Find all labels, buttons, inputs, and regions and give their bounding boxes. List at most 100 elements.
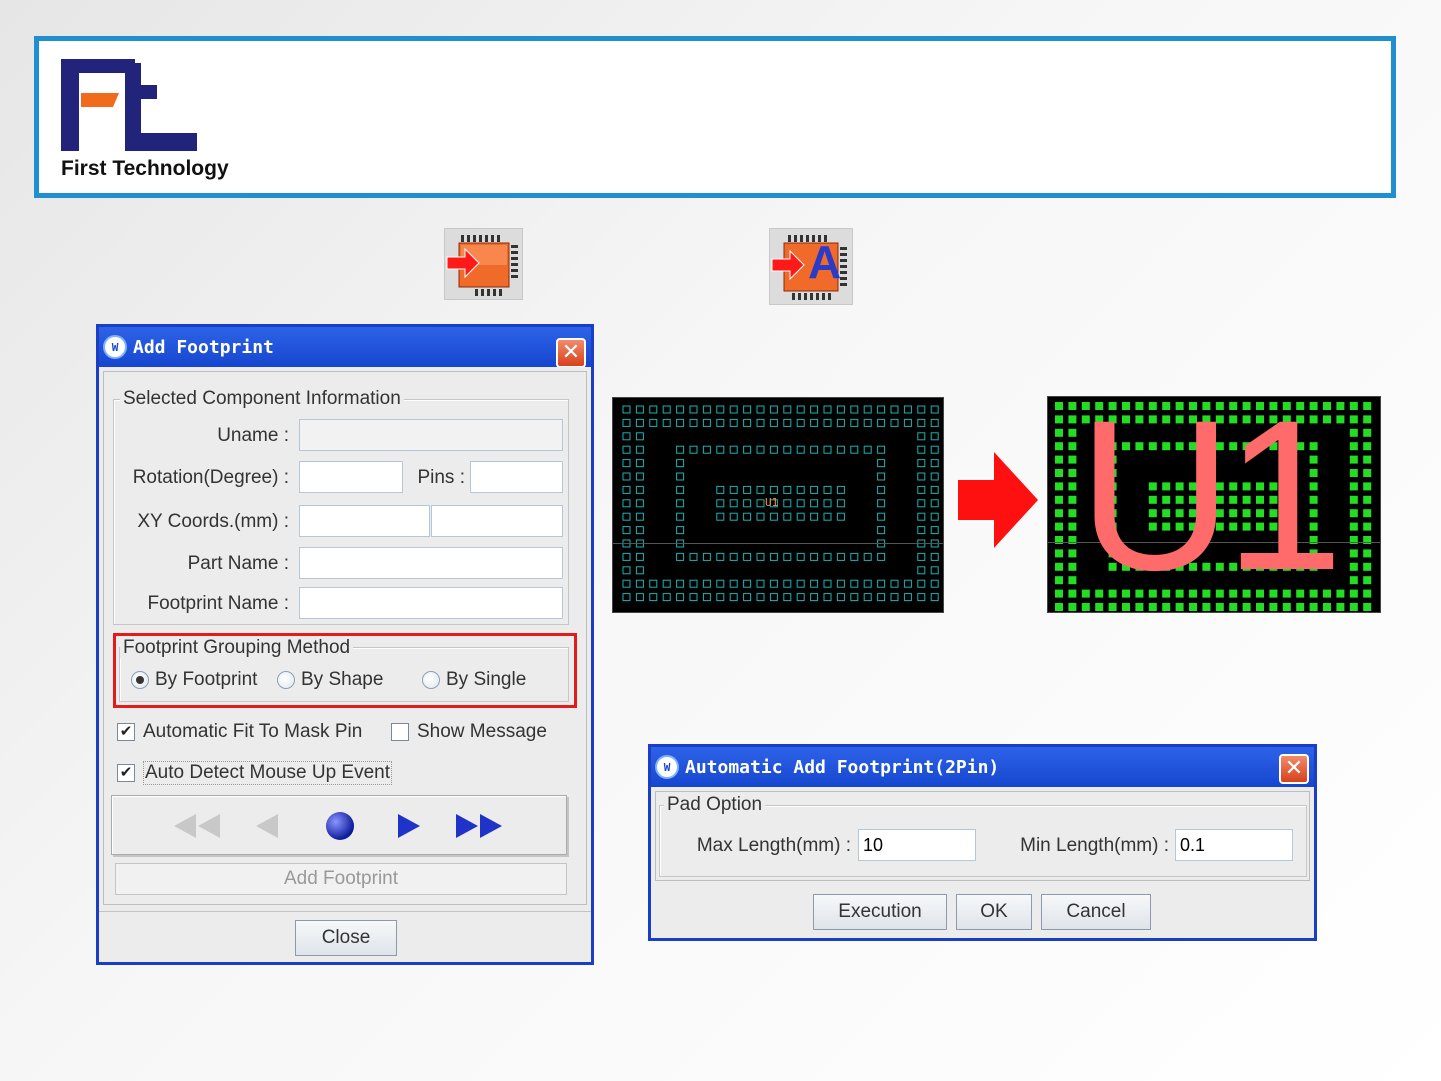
pcb-pad: [622, 526, 631, 535]
pcb-pad: [729, 445, 738, 454]
auto-add-title-bar[interactable]: W Automatic Add Footprint(2Pin): [651, 747, 1314, 787]
uname-field[interactable]: [299, 419, 563, 451]
pcb-pad: [917, 405, 926, 414]
footprint-name-field[interactable]: [299, 587, 563, 619]
pcb-pad: [1055, 402, 1063, 410]
pcb-pad: [917, 418, 926, 427]
radio-by-single[interactable]: By Single: [422, 669, 526, 691]
pcb-pad: [1055, 549, 1063, 558]
pcb-pad: [783, 445, 792, 454]
pins-input[interactable]: [471, 462, 562, 492]
pcb-pad: [1363, 442, 1372, 451]
checkbox-checked-icon: ✔: [117, 723, 135, 741]
pad-option-legend: Pad Option: [664, 794, 766, 816]
auto-add-footprint-dialog: W Automatic Add Footprint(2Pin) ✕ Pad Op…: [648, 744, 1317, 941]
pcb-pad: [930, 432, 939, 441]
pcb-pad: [743, 499, 752, 508]
show-message-checkbox[interactable]: Show Message: [391, 721, 547, 743]
add-footprint-title-bar[interactable]: W Add Footprint: [99, 327, 591, 367]
pcb-pad: [649, 418, 658, 427]
pcb-pad: [662, 593, 671, 602]
radio-by-shape[interactable]: By Shape: [277, 669, 383, 691]
x-coord-input[interactable]: [300, 506, 429, 536]
company-name: First Technology: [61, 157, 229, 180]
auto-fit-checkbox[interactable]: ✔ Automatic Fit To Mask Pin: [117, 721, 362, 743]
radio-dot: [422, 671, 440, 689]
execution-button[interactable]: Execution: [813, 894, 947, 930]
pcb-pad: [769, 512, 778, 521]
uname-input[interactable]: [300, 420, 562, 450]
pcb-pad: [1055, 469, 1063, 477]
pcb-pad: [863, 579, 872, 588]
pcb-pad: [1055, 442, 1063, 451]
pcb-pad: [622, 552, 631, 561]
pcb-view-after[interactable]: U1: [1047, 396, 1381, 613]
part-name-field[interactable]: [299, 547, 563, 579]
min-length-input[interactable]: [1176, 830, 1292, 860]
last-icon[interactable]: [454, 812, 506, 840]
pcb-pad: [649, 593, 658, 602]
pcb-pad: [716, 512, 725, 521]
pcb-pad: [917, 512, 926, 521]
pcb-pad: [917, 593, 926, 602]
y-coord-field[interactable]: [431, 505, 563, 537]
pcb-pad: [622, 418, 631, 427]
pcb-pad: [903, 593, 912, 602]
pcb-pad: [903, 579, 912, 588]
prev-icon[interactable]: [252, 812, 280, 840]
add-footprint-tool-icon[interactable]: [444, 228, 523, 300]
part-name-input[interactable]: [300, 548, 562, 578]
add-footprint-close-icon[interactable]: ✕: [556, 338, 586, 368]
radio-by-shape-label: By Shape: [301, 669, 384, 690]
auto-detect-checkbox[interactable]: ✔ Auto Detect Mouse Up Event: [117, 761, 393, 785]
close-button[interactable]: Close: [295, 920, 397, 956]
pcb-pad: [729, 579, 738, 588]
auto-add-footprint-tool-icon[interactable]: A: [769, 228, 853, 305]
pcb-pad: [823, 552, 832, 561]
min-length-field[interactable]: [1175, 829, 1293, 861]
first-technology-logo: [61, 59, 197, 151]
pcb-pad: [622, 593, 631, 602]
pcb-pad: [769, 552, 778, 561]
ok-button[interactable]: OK: [956, 894, 1032, 930]
pcb-pad: [1349, 509, 1358, 518]
pcb-pad: [810, 552, 819, 561]
footprint-name-input[interactable]: [300, 588, 562, 618]
pcb-pad: [863, 418, 872, 427]
pcb-pad: [622, 405, 631, 414]
pcb-pad: [1349, 562, 1358, 571]
pcb-label-before: U1: [765, 496, 779, 509]
pcb-pad: [1349, 589, 1358, 598]
pcb-pad: [823, 499, 832, 508]
auto-add-close-icon[interactable]: ✕: [1279, 754, 1309, 784]
pcb-pad: [783, 418, 792, 427]
pcb-pad: [836, 485, 845, 494]
pcb-pad: [1349, 603, 1358, 611]
next-icon[interactable]: [396, 812, 424, 840]
rotation-field[interactable]: [299, 461, 403, 493]
pcb-pad: [850, 552, 859, 561]
pcb-pad: [769, 593, 778, 602]
pcb-view-before[interactable]: U1: [612, 397, 944, 613]
pcb-pad: [1349, 415, 1358, 424]
add-footprint-button[interactable]: Add Footprint: [115, 863, 567, 895]
pcb-pad: [729, 552, 738, 561]
navigation-panel: [111, 795, 567, 855]
pcb-pad: [1336, 603, 1345, 611]
max-length-field[interactable]: [858, 829, 976, 861]
record-icon[interactable]: [324, 810, 356, 842]
pcb-pad: [622, 499, 631, 508]
pcb-pad: [823, 512, 832, 521]
radio-by-footprint[interactable]: By Footprint: [131, 669, 257, 691]
pcb-pad: [635, 579, 644, 588]
pins-field[interactable]: [470, 461, 563, 493]
pcb-pad: [635, 459, 644, 468]
max-length-input[interactable]: [859, 830, 975, 860]
cancel-button[interactable]: Cancel: [1041, 894, 1151, 930]
y-coord-input[interactable]: [432, 506, 562, 536]
pcb-pad: [877, 459, 886, 468]
first-icon[interactable]: [172, 812, 224, 840]
rotation-input[interactable]: [300, 462, 402, 492]
x-coord-field[interactable]: [299, 505, 430, 537]
pcb-pad: [903, 418, 912, 427]
